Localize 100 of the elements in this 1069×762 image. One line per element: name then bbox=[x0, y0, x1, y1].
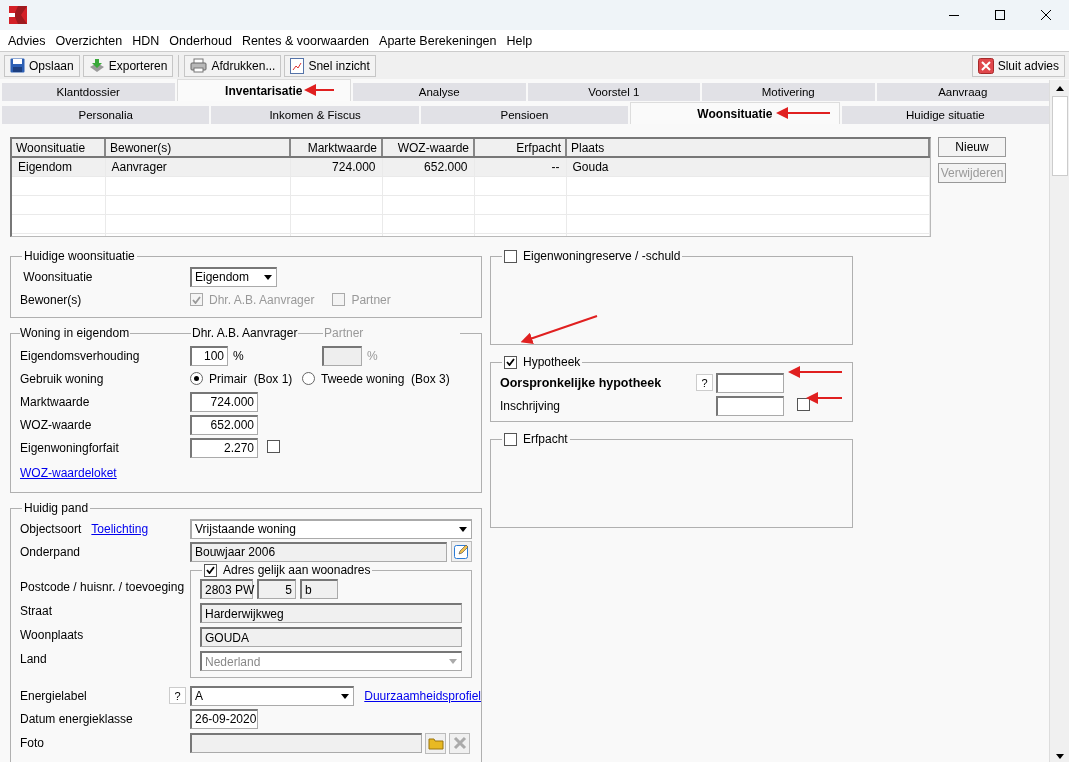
annotation-arrow bbox=[304, 84, 335, 96]
open-folder-button[interactable] bbox=[425, 732, 446, 754]
explanation-link[interactable]: Toelichting bbox=[91, 521, 149, 536]
field-label: Woonplaats bbox=[20, 628, 84, 642]
export-icon bbox=[88, 58, 105, 73]
dropdown[interactable]: Nederland bbox=[200, 651, 462, 671]
annotation-arrow bbox=[776, 107, 831, 119]
woz-link[interactable]: WOZ-waardeloket bbox=[20, 465, 117, 480]
input-field[interactable]: 100 bbox=[190, 345, 228, 366]
caret-icon bbox=[264, 274, 272, 280]
scroll-thumb[interactable] bbox=[1051, 96, 1068, 176]
chart-document-icon bbox=[290, 57, 305, 74]
input-field[interactable]: GOUDA bbox=[200, 627, 462, 647]
menu-item[interactable]: Advies bbox=[3, 33, 51, 48]
unit-label: % bbox=[233, 348, 245, 363]
checkbox[interactable] bbox=[504, 249, 517, 263]
checkbox-label: Eigenwoningreserve / -schuld bbox=[523, 249, 681, 263]
toolbar-button[interactable]: Exporteren bbox=[82, 54, 174, 77]
field-label: Objectsoort bbox=[20, 521, 82, 536]
toolbar-button[interactable]: Afdrukken... bbox=[184, 54, 282, 77]
checkbox[interactable] bbox=[204, 563, 217, 577]
field-label: Foto bbox=[20, 736, 45, 750]
close-advice-button[interactable]: Sluit advies bbox=[971, 54, 1065, 77]
group-title: Woning in eigendom bbox=[20, 326, 130, 340]
sustainability-link[interactable]: Duurzaamheidsprofiel bbox=[364, 688, 481, 703]
input-field[interactable]: 724.000 bbox=[190, 391, 258, 412]
help-button[interactable]: ? bbox=[696, 374, 713, 391]
field-label: Straat bbox=[20, 604, 52, 618]
tab[interactable]: Pensioen bbox=[420, 106, 629, 124]
input-field[interactable]: 26-09-2020 bbox=[190, 708, 258, 729]
column-header[interactable]: Bewoner(s) bbox=[105, 139, 290, 157]
unit-label: % bbox=[367, 348, 378, 363]
tab[interactable]: Analyse bbox=[353, 83, 526, 101]
tab[interactable]: Aanvraag bbox=[876, 83, 1049, 101]
menu-item[interactable]: Rentes & voorwaarden bbox=[236, 33, 375, 48]
edit-icon bbox=[454, 544, 469, 559]
field-label: Gebruik woning bbox=[20, 371, 105, 386]
checkbox-label: Adres gelijk aan woonadres bbox=[223, 563, 371, 577]
field-label: WOZ-waarde bbox=[20, 417, 93, 432]
scroll-down-icon[interactable] bbox=[1055, 753, 1064, 759]
menu-item[interactable]: Overzichten bbox=[50, 33, 128, 48]
tab[interactable]: Motivering bbox=[702, 83, 875, 101]
checkbox[interactable] bbox=[504, 355, 517, 369]
group-title: Huidig pand bbox=[23, 501, 90, 515]
field-label: Woonsituatie bbox=[22, 269, 94, 284]
tab[interactable]: Personalia bbox=[2, 106, 210, 124]
input-field[interactable]: 2803 PW bbox=[200, 579, 253, 599]
tab[interactable]: Inkomen & Fiscus bbox=[211, 106, 419, 124]
folder-icon bbox=[427, 736, 444, 750]
caret-icon bbox=[459, 526, 467, 532]
column-header[interactable]: Marktwaarde bbox=[290, 139, 382, 157]
radio-button[interactable] bbox=[190, 372, 203, 385]
table-button[interactable]: Nieuw bbox=[938, 137, 1006, 157]
radio-label: Tweede woning (Box 3) bbox=[321, 371, 450, 386]
checkbox[interactable] bbox=[504, 432, 517, 446]
menu-item[interactable]: Help bbox=[501, 33, 538, 48]
scrollbar[interactable] bbox=[1049, 80, 1069, 762]
column-header[interactable]: Plaats bbox=[566, 139, 929, 157]
tab[interactable]: Huidige situatie bbox=[841, 106, 1050, 124]
tab[interactable]: Inventarisatie bbox=[176, 79, 351, 101]
edit-button[interactable] bbox=[451, 541, 472, 562]
input-field[interactable]: 2.270 bbox=[190, 437, 258, 458]
menu-item[interactable]: HDN bbox=[127, 33, 165, 48]
menu-item[interactable]: Onderhoud bbox=[164, 33, 237, 48]
tab[interactable]: Woonsituatie bbox=[630, 102, 840, 124]
input-field[interactable]: 5 bbox=[257, 579, 296, 599]
input-field[interactable] bbox=[322, 345, 362, 366]
input-field[interactable]: Harderwijkweg bbox=[200, 603, 462, 623]
dropdown[interactable]: Vrijstaande woning bbox=[190, 518, 472, 539]
toolbar-button[interactable]: Opslaan bbox=[4, 54, 80, 77]
input-field[interactable] bbox=[716, 372, 784, 393]
column-header[interactable]: WOZ-waarde bbox=[382, 139, 474, 157]
help-button[interactable]: ? bbox=[169, 687, 186, 704]
radio-button[interactable] bbox=[302, 372, 315, 385]
checkbox[interactable] bbox=[797, 397, 810, 411]
field-label: Datum energieklasse bbox=[20, 711, 134, 726]
scroll-up-icon[interactable] bbox=[1055, 85, 1064, 91]
column-title: Partner bbox=[324, 326, 364, 340]
input-field[interactable]: 652.000 bbox=[190, 414, 258, 435]
annotation-arrow bbox=[788, 366, 843, 378]
minimize-icon bbox=[949, 14, 959, 16]
checkbox[interactable] bbox=[267, 439, 280, 453]
toolbar-button[interactable]: Snel inzicht bbox=[284, 54, 376, 77]
maximize-icon bbox=[995, 10, 1005, 20]
input-field[interactable]: b bbox=[300, 579, 338, 599]
menu-item[interactable]: Aparte Berekeningen bbox=[374, 33, 502, 48]
tab[interactable]: Klantdossier bbox=[2, 83, 175, 101]
app-logo-icon bbox=[9, 6, 27, 24]
column-title: Dhr. A.B. Aanvrager bbox=[192, 326, 298, 340]
column-header[interactable]: Erfpacht bbox=[474, 139, 566, 157]
input-field[interactable] bbox=[716, 395, 784, 416]
input-field[interactable] bbox=[190, 733, 422, 753]
dropdown[interactable]: A bbox=[190, 685, 355, 706]
column-header[interactable]: Woonsituatie bbox=[12, 139, 105, 157]
tab[interactable]: Voorstel 1 bbox=[527, 83, 700, 101]
input-field[interactable]: Bouwjaar 2006 bbox=[190, 541, 447, 562]
dropdown[interactable]: Eigendom bbox=[190, 266, 277, 287]
caret-icon bbox=[341, 693, 350, 699]
checkbox-label: Partner bbox=[351, 292, 391, 307]
field-label: Marktwaarde bbox=[20, 394, 91, 409]
